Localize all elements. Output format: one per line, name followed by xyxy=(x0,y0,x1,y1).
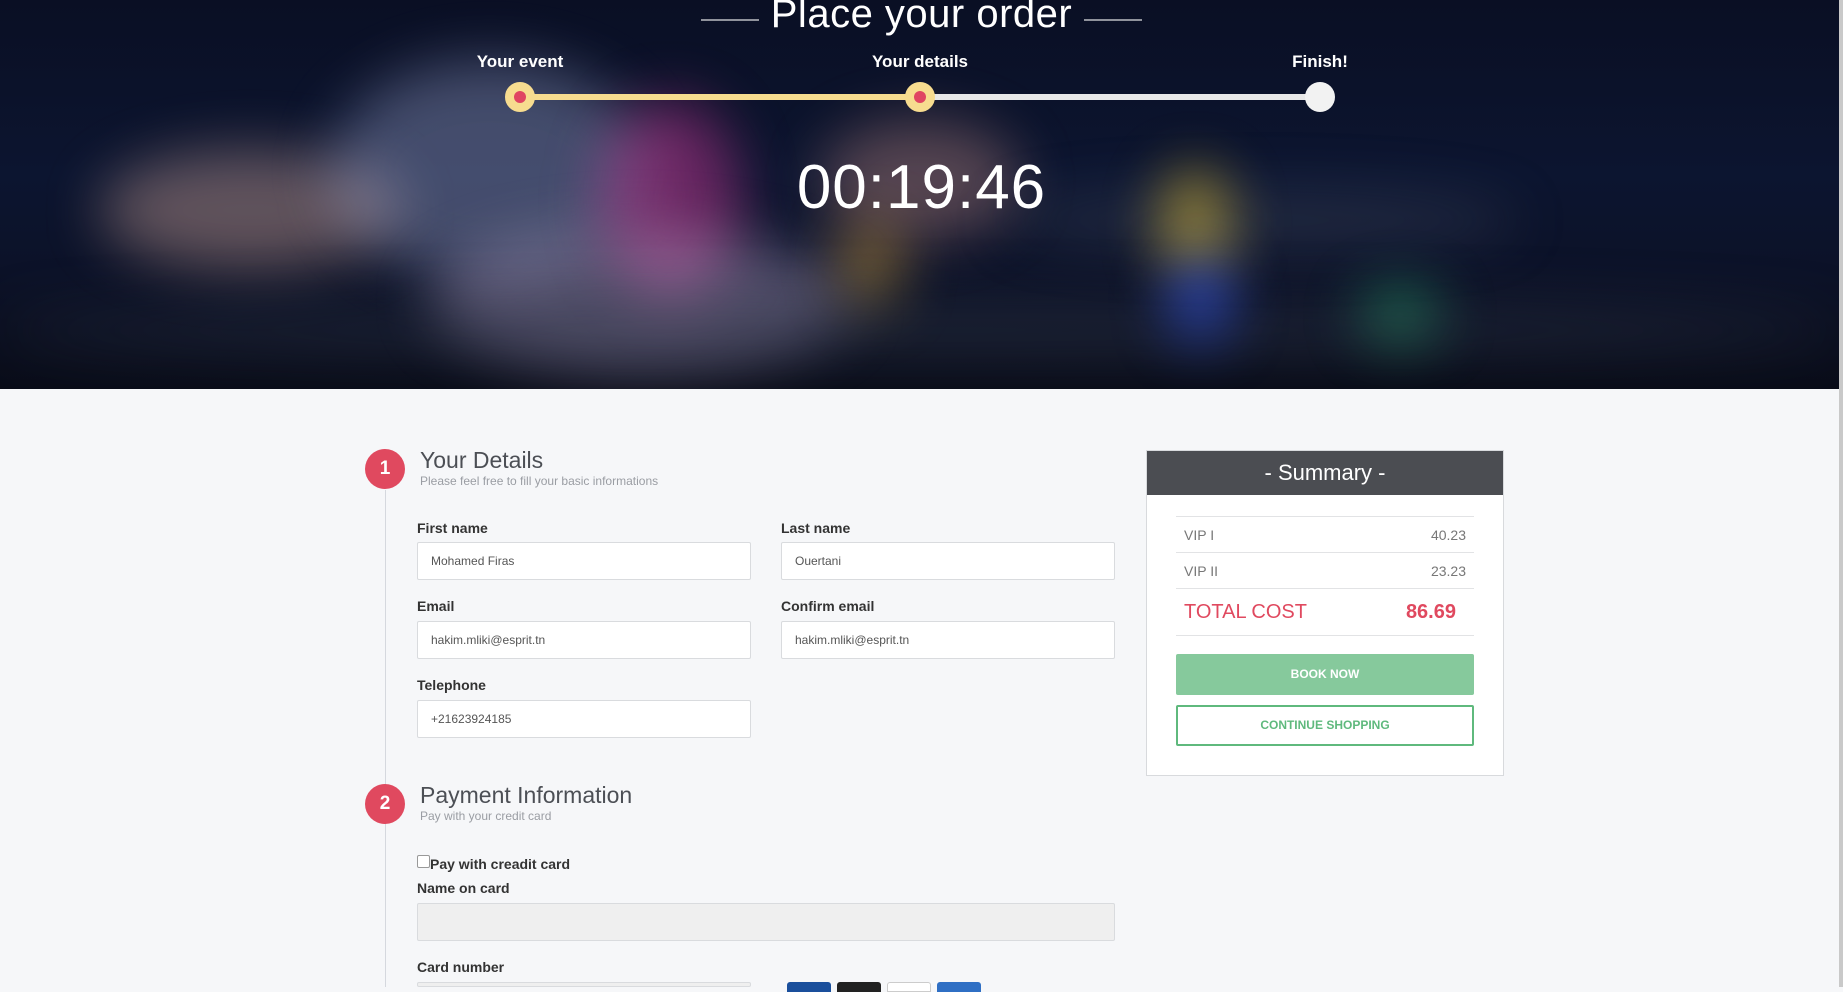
page-title: Place your order xyxy=(700,0,1143,37)
section-title-payment: Payment Information xyxy=(420,782,633,808)
mastercard-icon xyxy=(837,982,881,992)
progress-track-remaining xyxy=(920,94,1320,100)
telephone-label: Telephone xyxy=(417,677,486,693)
step-dot-your-event xyxy=(505,82,535,112)
summary-item-price: 23.23 xyxy=(1430,563,1466,579)
order-summary-panel: - Summary - VIP I 40.23 VIP II 23.23 TOT… xyxy=(1146,450,1504,776)
email-label: Email xyxy=(417,598,455,614)
total-cost-value: 86.69 xyxy=(1405,601,1456,623)
summary-item-name: VIP I xyxy=(1184,527,1215,543)
page-scrollbar[interactable] xyxy=(1839,0,1843,987)
summary-item-row: VIP I 40.23 xyxy=(1176,516,1474,553)
book-now-button[interactable]: BOOK NOW xyxy=(1176,654,1474,695)
last-name-label: Last name xyxy=(781,520,851,536)
hero-banner: Place your order Your event Your details… xyxy=(0,0,1843,389)
step-dot-your-details xyxy=(905,82,935,112)
step-dot-finish xyxy=(1305,82,1335,112)
continue-shopping-button[interactable]: CONTINUE SHOPPING xyxy=(1176,705,1474,746)
confirm-email-label: Confirm email xyxy=(781,598,875,614)
total-cost-row: TOTAL COST 86.69 xyxy=(1176,588,1474,636)
section-number-badge: 2 xyxy=(365,784,405,824)
section-number-badge: 1 xyxy=(365,449,405,489)
amex-icon xyxy=(937,982,981,992)
section-subtitle-details: Please feel free to fill your basic info… xyxy=(420,474,659,488)
summary-item-row: VIP II 23.23 xyxy=(1176,552,1474,589)
hero-title-wrap: Place your order xyxy=(0,0,1843,37)
card-number-input[interactable] xyxy=(417,982,751,987)
pay-with-card-label[interactable]: Pay with creadit card xyxy=(430,856,570,872)
progress-track-complete xyxy=(520,94,920,100)
last-name-input[interactable]: Ouertani xyxy=(781,542,1115,580)
step-label-your-event: Your event xyxy=(476,52,564,71)
first-name-label: First name xyxy=(417,520,488,536)
name-on-card-label: Name on card xyxy=(417,880,510,896)
generic-card-icon xyxy=(887,982,931,992)
visa-icon xyxy=(787,982,831,992)
section-subtitle-payment: Pay with your credit card xyxy=(420,809,552,823)
pay-with-card-checkbox[interactable] xyxy=(417,855,430,868)
bridge-light xyxy=(840,220,900,310)
confirm-email-input[interactable]: hakim.mliki@esprit.tn xyxy=(781,621,1115,659)
section-connector-line xyxy=(385,490,386,987)
summary-item-name: VIP II xyxy=(1184,563,1218,579)
summary-item-price: 40.23 xyxy=(1430,527,1466,543)
total-cost-label: TOTAL COST xyxy=(1184,601,1307,623)
email-input[interactable]: hakim.mliki@esprit.tn xyxy=(417,621,751,659)
section-title-details: Your Details xyxy=(420,447,544,473)
first-name-input[interactable]: Mohamed Firas xyxy=(417,542,751,580)
step-label-finish: Finish! xyxy=(1292,52,1348,71)
telephone-input[interactable]: +21623924185 xyxy=(417,700,751,738)
card-number-label: Card number xyxy=(417,959,505,975)
summary-title: - Summary - xyxy=(1147,451,1503,495)
step-label-your-details: Your details xyxy=(871,52,969,71)
name-on-card-input[interactable] xyxy=(417,903,1115,941)
city-skyline xyxy=(0,300,1843,360)
countdown-timer: 00:19:46 xyxy=(796,153,1047,222)
